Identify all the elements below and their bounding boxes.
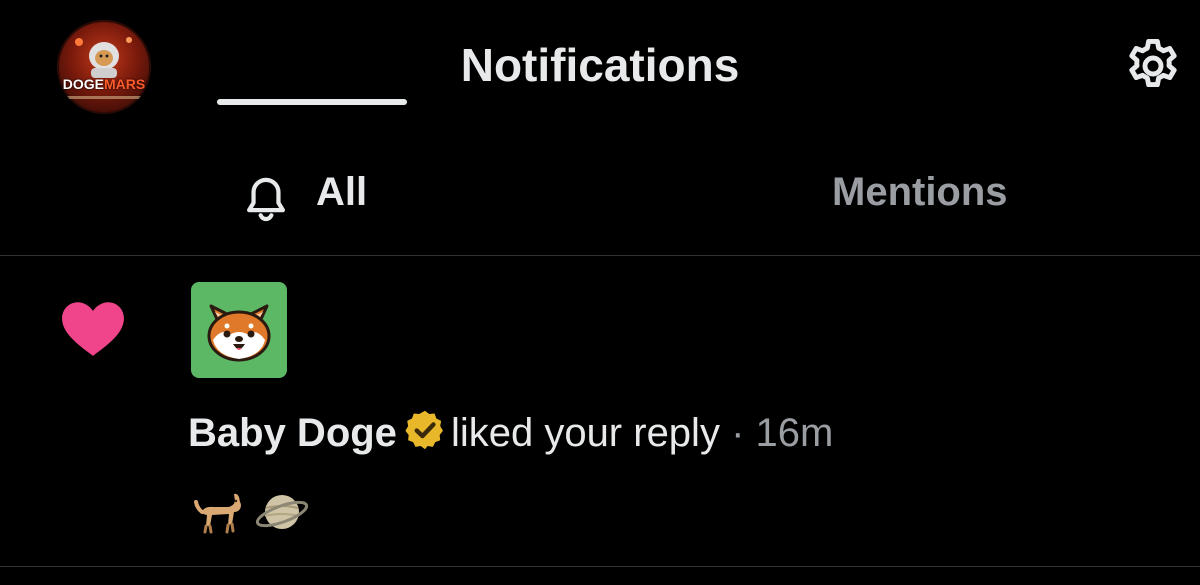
ringed-planet-emoji [255, 495, 309, 529]
notification-time: 16m [755, 411, 834, 455]
heart-icon [62, 302, 124, 356]
notification-divider [0, 566, 1200, 567]
gear-icon [1129, 39, 1177, 88]
avatar-tagline-bar [67, 96, 141, 99]
notification-text: Baby Doge liked your reply · 16m [188, 408, 833, 456]
actor-name[interactable]: Baby Doge [188, 411, 397, 455]
notification-action: liked your reply [450, 411, 720, 455]
notifications-page: DOGEMARS Notifications All Mentions Baby… [0, 0, 1200, 585]
bell-icon [247, 177, 285, 222]
reply-preview [188, 484, 310, 540]
notification-tabs: All Mentions [0, 150, 1200, 256]
separator-dot: · [731, 411, 745, 455]
tab-all[interactable]: All [217, 150, 407, 256]
actor-avatar[interactable] [191, 282, 287, 378]
settings-button[interactable] [1122, 35, 1184, 97]
shiba-face-icon [207, 304, 271, 362]
notification-item[interactable]: Baby Doge liked your reply · 16m [0, 256, 1200, 566]
header: DOGEMARS Notifications [0, 0, 1200, 130]
tab-mentions-label: Mentions [832, 170, 1008, 214]
tab-mentions[interactable]: Mentions [770, 150, 1100, 256]
tab-all-label: All [316, 170, 368, 214]
dog-emoji [194, 493, 241, 534]
page-title: Notifications [460, 39, 740, 91]
verified-badge-icon [405, 410, 443, 450]
active-tab-indicator [217, 99, 407, 105]
